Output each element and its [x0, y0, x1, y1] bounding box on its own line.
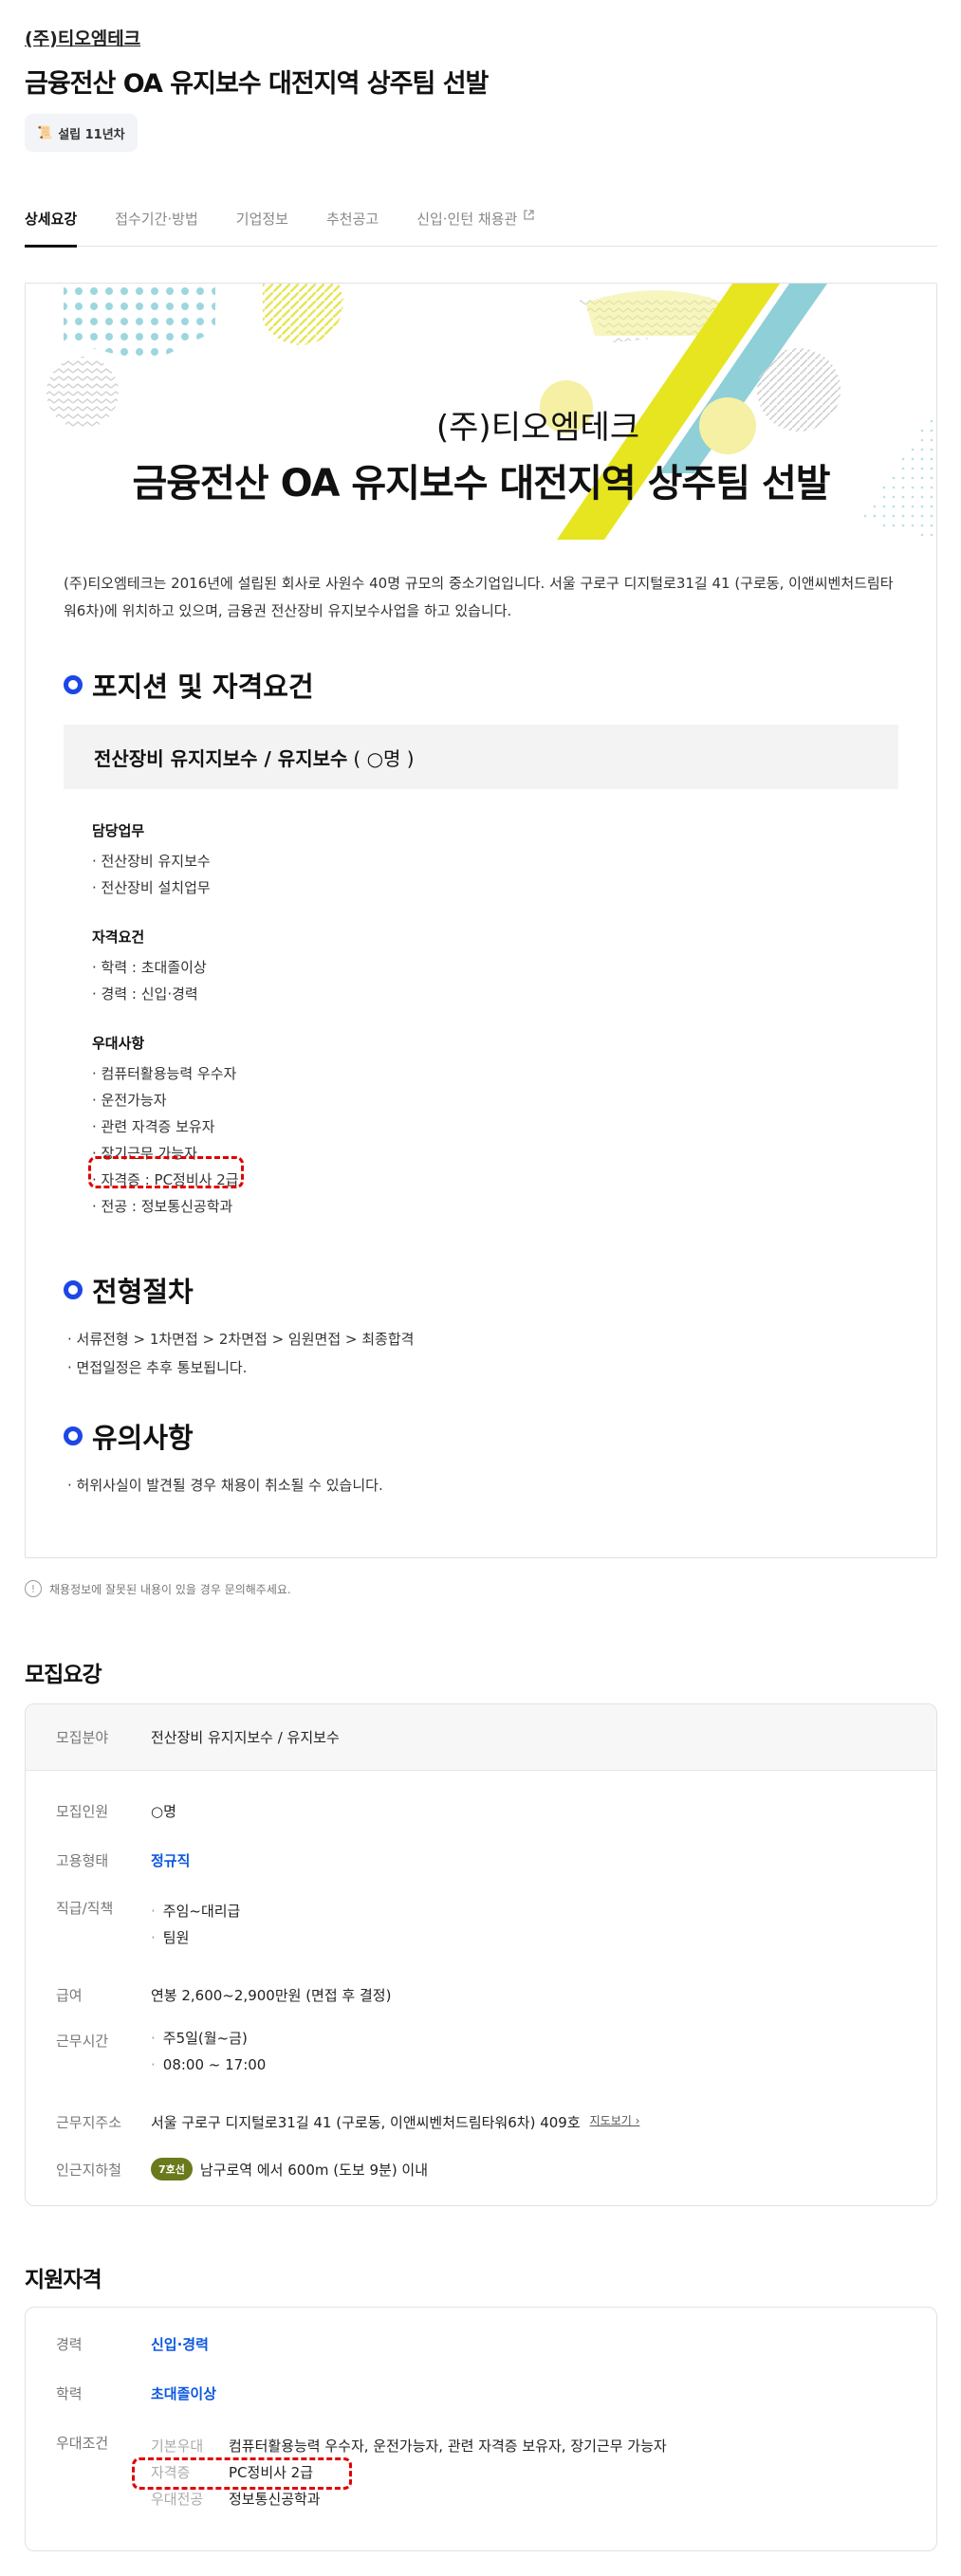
- list-item: · 허위사실이 발견될 경우 채용이 취소될 수 있습니다.: [67, 1477, 383, 1494]
- education-value: 초대졸이상: [151, 2385, 217, 2402]
- major-label: 우대전공: [151, 2491, 204, 2508]
- info-icon: !: [25, 1580, 42, 1597]
- requirements-title: 자격요건: [92, 929, 145, 946]
- career-value: 신입·경력: [151, 2336, 209, 2353]
- notes-heading: 유의사항: [64, 1416, 194, 1456]
- hours-label: 근무시간: [56, 2033, 109, 2050]
- education-label: 학력: [56, 2385, 83, 2402]
- tab-application-period[interactable]: 접수기간·방법: [115, 201, 198, 247]
- list-item: · 관련 자격증 보유자: [92, 1118, 215, 1135]
- duties-title: 담당업무: [92, 822, 145, 839]
- address-label: 근무지주소: [56, 2114, 122, 2131]
- rank-item: 주임~대리급: [151, 1898, 241, 1924]
- certificate-highlight: [132, 2457, 352, 2490]
- address-value: 서울 구로구 디지털로31길 41 (구로동, 이앤씨벤처드림타워6차) 409…: [151, 2114, 581, 2131]
- hours-item: 08:00 ~ 17:00: [151, 2052, 267, 2078]
- basic-pref-value: 컴퓨터활용능력 우수자, 운전가능자, 관련 자격증 보유자, 장기근무 가능자: [229, 2438, 667, 2455]
- company-name-link[interactable]: (주)티오엠테크: [25, 25, 140, 50]
- list-item: · 면접일정은 추후 통보됩니다.: [67, 1359, 248, 1376]
- duties-section: 담당업무 · 전산장비 유지보수 · 전산장비 설치업무: [92, 820, 211, 901]
- recruit-table: 모집분야 전산장비 유지지보수 / 유지보수 모집인원 ○명 고용형태 정규직 …: [25, 1703, 937, 2206]
- process-heading-label: 전형절차: [92, 1276, 194, 1308]
- career-row: 경력 신입·경력: [56, 2334, 209, 2354]
- certificate-highlight: [88, 1156, 244, 1188]
- preferences-section: 우대사항 · 컴퓨터활용능력 우수자 · 운전가능자 · 관련 자격증 보유자 …: [92, 1033, 239, 1220]
- hours-item: 주5일(월~금): [151, 2025, 266, 2052]
- process-list: · 서류전형 > 1차면접 > 2차면접 > 임원면접 > 최종합격 · 면접일…: [67, 1325, 414, 1382]
- error-report-notice[interactable]: ! 채용정보에 잘못된 내용이 있을 경우 문의해주세요.: [25, 1580, 291, 1597]
- list-item: · 전공 : 정보통신공학과: [92, 1198, 233, 1215]
- circle-bullet-icon: [64, 1280, 83, 1299]
- rank-label: 직급/직책: [56, 1900, 114, 1917]
- subway-value: 남구로역 에서 600m (도보 9분) 이내: [199, 2161, 429, 2179]
- recruit-heading: 모집요강: [25, 1663, 102, 1687]
- list-item: · 서류전형 > 1차면접 > 2차면접 > 임원면접 > 최종합격: [67, 1331, 415, 1348]
- major-value: 정보통신공학과: [229, 2491, 321, 2508]
- recruit-field-row: 모집분야 전산장비 유지지보수 / 유지보수: [26, 1704, 936, 1771]
- basic-pref-label: 기본우대: [151, 2438, 204, 2455]
- salary-value: 연봉 2,600~2,900만원 (면접 후 결정): [151, 1987, 392, 2004]
- circle-bullet-icon: [64, 1426, 83, 1445]
- tab-bar: 상세요강 접수기간·방법 기업정보 추천공고 신입·인턴 채용관: [25, 201, 937, 248]
- employment-type-value: 정규직: [151, 1852, 191, 1869]
- preferences-title: 우대사항: [92, 1035, 145, 1052]
- list-item: · 학력 : 초대졸이상: [92, 959, 207, 976]
- list-item: · 전산장비 설치업무: [92, 879, 211, 896]
- tab-detail[interactable]: 상세요강: [25, 201, 78, 248]
- banner-company-name: (주)티오엠테크: [435, 409, 640, 447]
- qualification-table: 경력 신입·경력 학력 초대졸이상 우대조건 기본우대 컴퓨터활용능력 우수자,…: [25, 2307, 937, 2551]
- job-detail-content: (주)티오엠테크 금융전산 OA 유지보수 대전지역 상주팀 선발 (주)티오엠…: [25, 283, 937, 1558]
- qualification-heading: 지원자격: [25, 2268, 102, 2292]
- education-row: 학력 초대졸이상: [56, 2383, 216, 2403]
- salary-row: 급여 연봉 2,600~2,900만원 (면접 후 결정): [56, 1985, 391, 2005]
- list-item: · 전산장비 유지보수: [92, 853, 211, 870]
- position-name: 전산장비 유지지보수 / 유지보수: [94, 746, 348, 770]
- list-item: · 경력 : 신입·경력: [92, 985, 198, 1003]
- address-row: 근무지주소 서울 구로구 디지털로31길 41 (구로동, 이앤씨벤처드림타워6…: [56, 2112, 639, 2132]
- position-count: ( ○명 ): [353, 746, 415, 770]
- field-label: 모집분야: [56, 1729, 109, 1746]
- job-title: 금융전산 OA 유지보수 대전지역 상주팀 선발: [25, 69, 489, 99]
- tab-newcomer-intern[interactable]: 신입·인턴 채용관: [416, 201, 535, 247]
- rank-item: 팀원: [151, 1924, 240, 1951]
- employment-type-row: 고용형태 정규직: [56, 1850, 190, 1870]
- error-notice-text: 채용정보에 잘못된 내용이 있을 경우 문의해주세요.: [49, 1582, 291, 1596]
- count-value: ○명: [151, 1803, 176, 1820]
- company-intro: (주)티오엠테크는 2016년에 설립된 회사로 사원수 40명 규모의 중소기…: [64, 575, 894, 619]
- salary-label: 급여: [56, 1987, 83, 2004]
- tab-recommended[interactable]: 추천공고: [326, 201, 379, 247]
- founded-badge: 📜 설립 11년차: [25, 114, 138, 152]
- position-heading: 포지션 및 자격요건: [64, 665, 314, 705]
- position-title-bar: 전산장비 유지지보수 / 유지보수 ( ○명 ): [64, 725, 898, 789]
- employment-type-label: 고용형태: [56, 1852, 109, 1869]
- notes-list: · 허위사실이 발견될 경우 채용이 취소될 수 있습니다.: [67, 1471, 383, 1500]
- tab-company-info[interactable]: 기업정보: [236, 201, 288, 247]
- subway-row: 인근지하철 7호선 남구로역 에서 600m (도보 9분) 이내: [56, 2158, 428, 2180]
- founded-badge-label: 설립 11년차: [58, 127, 125, 142]
- process-heading: 전형절차: [64, 1270, 194, 1310]
- field-value: 전산장비 유지지보수 / 유지보수: [151, 1729, 340, 1746]
- list-item: · 컴퓨터활용능력 우수자: [92, 1065, 237, 1082]
- hours-row: 근무시간 주5일(월~금) 08:00 ~ 17:00: [56, 2025, 266, 2078]
- list-item: · 운전가능자: [92, 1092, 167, 1109]
- banner-job-title: 금융전산 OA 유지보수 대전지역 상주팀 선발: [132, 462, 830, 506]
- notes-heading-label: 유의사항: [92, 1422, 194, 1454]
- tab-newcomer-intern-label: 신입·인턴 채용관: [416, 211, 518, 228]
- external-link-icon: [524, 210, 534, 220]
- job-banner: (주)티오엠테크 금융전산 OA 유지보수 대전지역 상주팀 선발: [26, 284, 936, 540]
- requirements-section: 자격요건 · 학력 : 초대졸이상 · 경력 : 신입·경력: [92, 927, 207, 1007]
- position-heading-label: 포지션 및 자격요건: [92, 671, 314, 703]
- map-view-link[interactable]: 지도보기 ›: [590, 2112, 640, 2132]
- subway-line-badge: 7호선: [151, 2158, 193, 2180]
- count-row: 모집인원 ○명: [56, 1801, 176, 1821]
- count-label: 모집인원: [56, 1803, 109, 1820]
- circle-bullet-icon: [64, 675, 83, 694]
- subway-label: 인근지하철: [56, 2161, 122, 2179]
- scroll-icon: 📜: [37, 125, 53, 140]
- rank-row: 직급/직책 주임~대리급 팀원: [56, 1898, 240, 1951]
- career-label: 경력: [56, 2336, 83, 2353]
